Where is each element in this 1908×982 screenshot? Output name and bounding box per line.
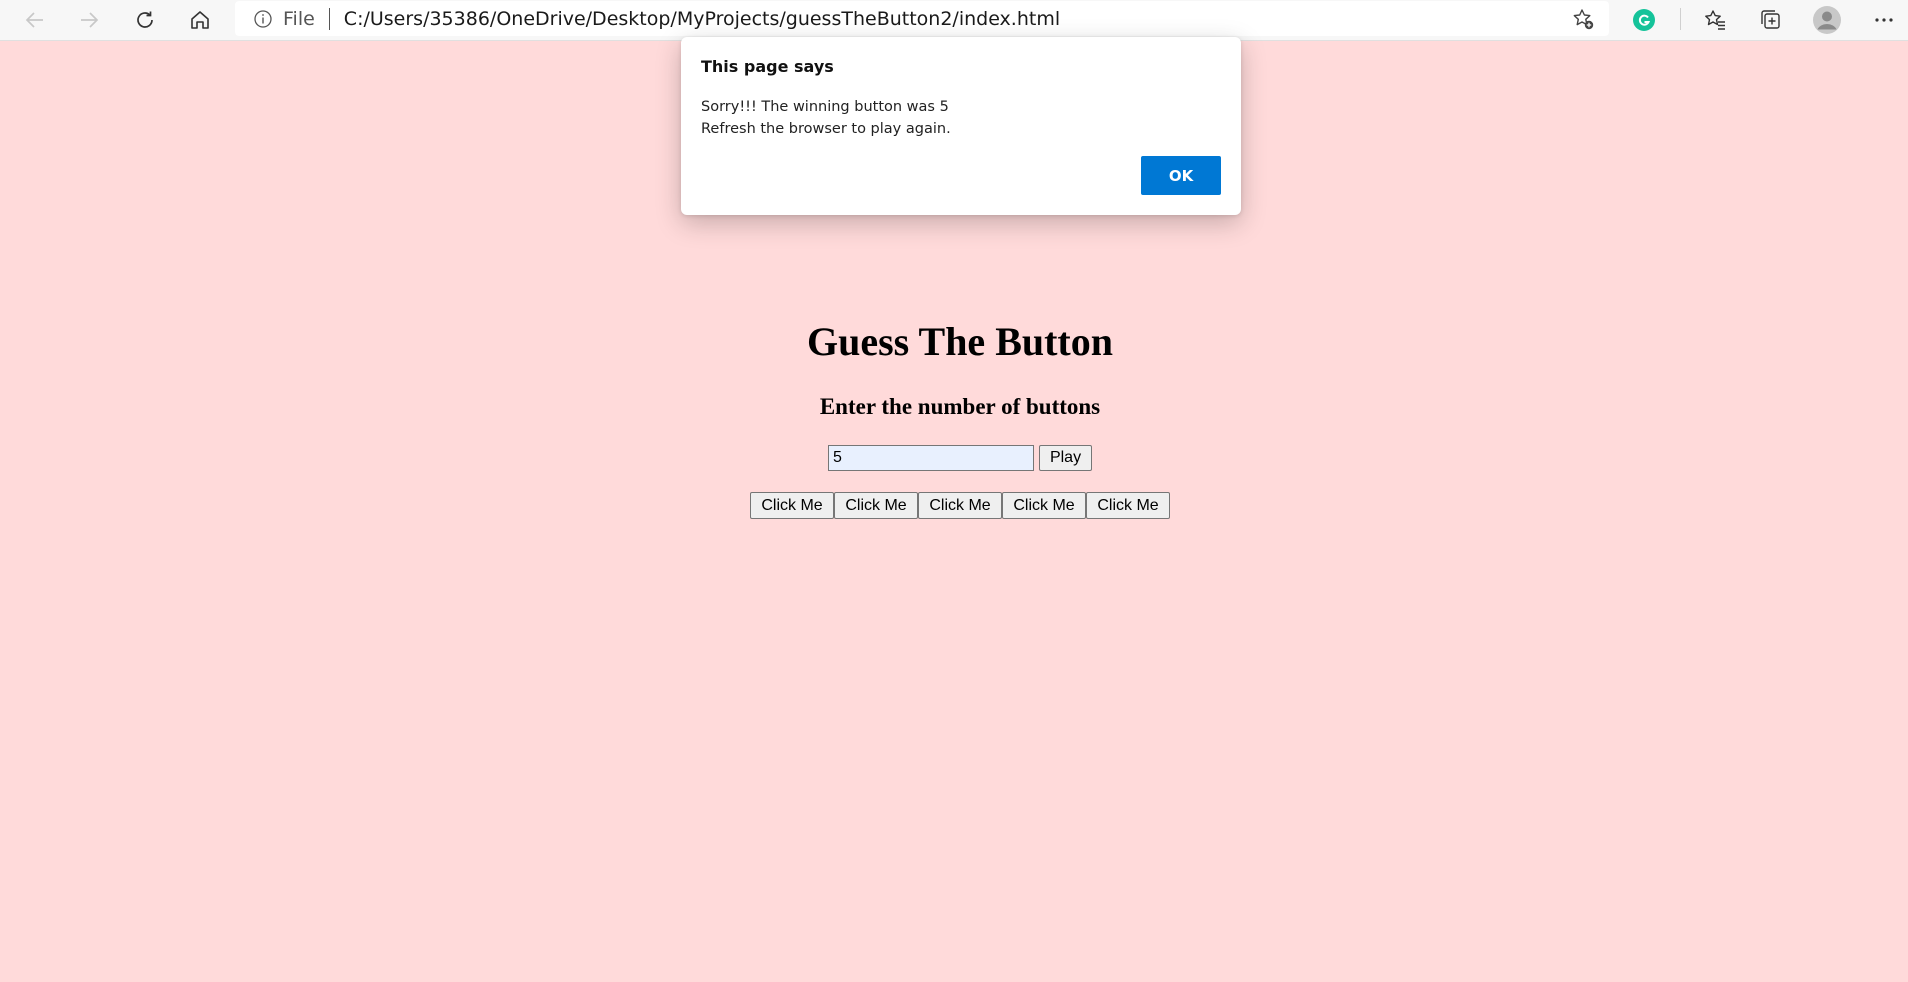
browser-toolbar: File C:/Users/35386/OneDrive/Desktop/MyP… — [0, 0, 1908, 41]
more-options-icon[interactable] — [1869, 5, 1899, 35]
favorites-icon[interactable] — [1700, 5, 1730, 35]
back-arrow-icon[interactable] — [15, 0, 55, 40]
scheme-label: File — [283, 7, 315, 30]
play-button[interactable]: Play — [1039, 445, 1092, 471]
dialog-message-line-1: Sorry!!! The winning button was 5 — [701, 99, 949, 115]
dialog-title: This page says — [701, 57, 834, 76]
guess-button-4[interactable]: Click Me — [1002, 492, 1086, 519]
page-title: Guess The Button — [806, 319, 1113, 364]
profile-avatar-icon[interactable] — [1812, 5, 1842, 35]
button-count-input[interactable] — [828, 445, 1034, 471]
favorite-add-icon[interactable] — [1571, 7, 1595, 31]
alert-dialog: This page says Sorry!!! The winning butt… — [681, 37, 1241, 215]
grammarly-icon[interactable] — [1629, 5, 1659, 35]
dialog-message: Sorry!!! The winning button was 5 Refres… — [701, 96, 951, 140]
forward-arrow-icon[interactable] — [69, 0, 109, 40]
guess-button-2[interactable]: Click Me — [834, 492, 918, 519]
guess-button-5[interactable]: Click Me — [1086, 492, 1170, 519]
guess-button-1[interactable]: Click Me — [750, 492, 834, 519]
guess-buttons-row: Click Me Click Me Click Me Click Me Clic… — [750, 492, 1170, 519]
page-subtitle: Enter the number of buttons — [819, 394, 1101, 419]
address-separator — [328, 7, 330, 30]
dialog-message-line-2: Refresh the browser to play again. — [701, 121, 951, 137]
url-text[interactable]: C:/Users/35386/OneDrive/Desktop/MyProjec… — [344, 8, 1060, 30]
address-bar[interactable]: File C:/Users/35386/OneDrive/Desktop/MyP… — [235, 1, 1609, 36]
guess-button-3[interactable]: Click Me — [918, 492, 1002, 519]
collections-icon[interactable] — [1756, 5, 1786, 35]
toolbar-divider — [1680, 8, 1681, 30]
home-icon[interactable] — [180, 0, 220, 40]
info-icon[interactable] — [253, 9, 273, 29]
refresh-icon[interactable] — [125, 0, 165, 40]
ok-button[interactable]: OK — [1141, 156, 1221, 195]
